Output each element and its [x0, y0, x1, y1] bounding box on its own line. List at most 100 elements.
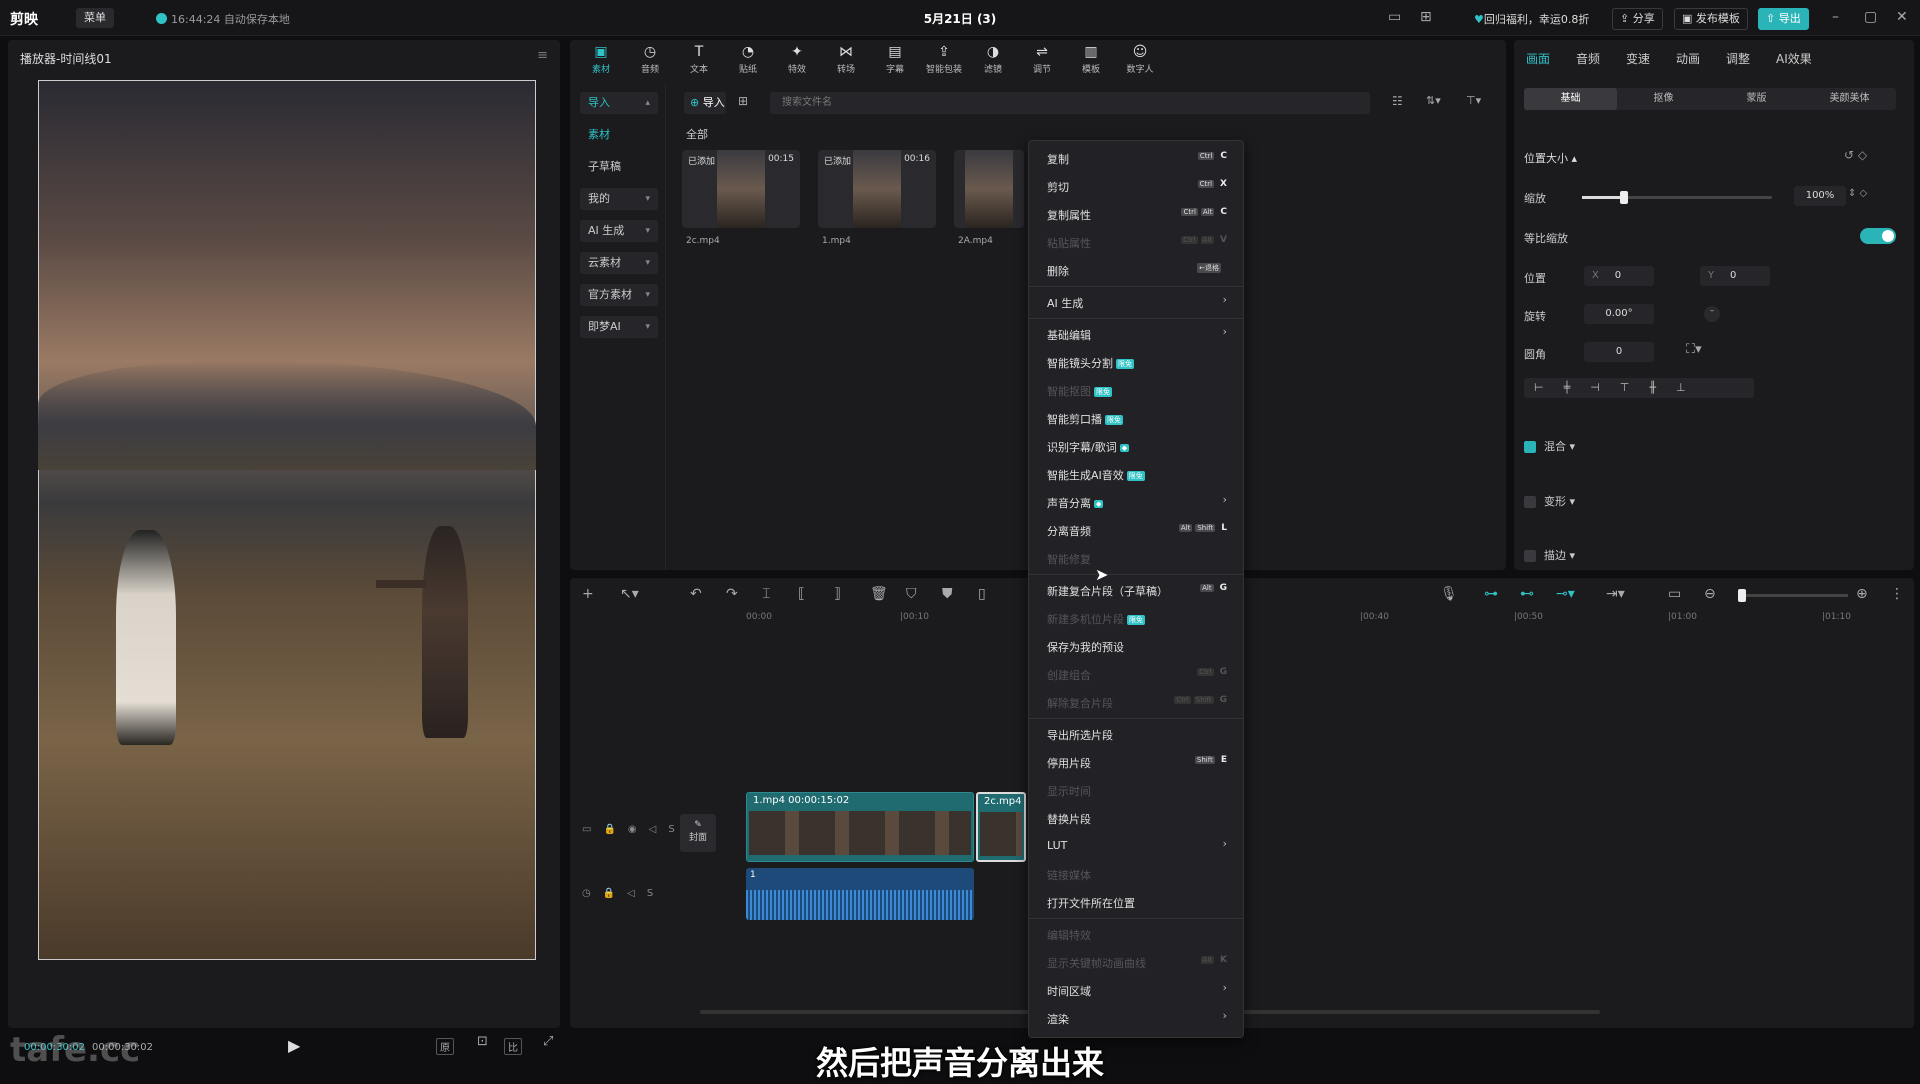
subtitle-track-icon[interactable]: ▭: [1668, 586, 1681, 602]
nav-item-0[interactable]: 导入 ▴: [580, 92, 658, 114]
align-track-icon[interactable]: ⇥▾: [1606, 586, 1625, 602]
scale-slider[interactable]: [1582, 191, 1772, 204]
tool-9[interactable]: ⇌ 调节: [1019, 42, 1065, 75]
video-clip-2[interactable]: 2c.mp4: [976, 792, 1026, 862]
undo-icon[interactable]: ↶: [690, 586, 702, 602]
menu-item-13[interactable]: 分离音频: [1047, 523, 1091, 539]
menu-item-0[interactable]: 复制: [1047, 151, 1069, 167]
stepper-icon[interactable]: ⇕ ◇: [1848, 188, 1867, 199]
close-icon[interactable]: ✕: [1896, 9, 1908, 25]
scale-input[interactable]: 100%: [1794, 186, 1846, 206]
tool-2[interactable]: T 文本: [676, 42, 722, 75]
corner-input[interactable]: 0: [1584, 342, 1654, 362]
select-tool-icon[interactable]: ↖▾: [620, 586, 639, 602]
video-preview[interactable]: [38, 80, 536, 960]
menu-item-20[interactable]: 导出所选片段: [1047, 727, 1113, 743]
maximize-icon[interactable]: ▢: [1864, 9, 1877, 25]
prop-tab-5[interactable]: AI效果: [1776, 50, 1812, 67]
menu-item-15[interactable]: 新建复合片段（子草稿）: [1047, 583, 1168, 599]
audio-track-controls[interactable]: ◷🔒◁S: [582, 888, 665, 899]
prop-tab-0[interactable]: 画面: [1526, 50, 1550, 67]
rotate-dial-icon[interactable]: –: [1704, 306, 1720, 322]
reset-icon[interactable]: ↺ ◇: [1844, 148, 1867, 162]
stroke-checkbox[interactable]: [1524, 550, 1536, 562]
split-right-icon[interactable]: ⟧: [834, 586, 841, 602]
menu-item-2[interactable]: 复制属性: [1047, 207, 1091, 223]
layout-icon[interactable]: ▭: [1388, 9, 1401, 25]
crop-icon[interactable]: ⛶▾: [1686, 342, 1702, 357]
subtab-0[interactable]: 基础: [1524, 88, 1617, 110]
nav-item-2[interactable]: 子草稿: [580, 156, 658, 178]
sort-icon[interactable]: ⇅▾: [1426, 94, 1441, 107]
more-icon[interactable]: ⋮: [1890, 586, 1904, 602]
menu-item-11[interactable]: 智能生成AI音效 限免: [1047, 467, 1145, 483]
promo-text[interactable]: ♥回归福利，幸运0.8折: [1474, 11, 1589, 27]
subtab-2[interactable]: 蒙版: [1710, 88, 1803, 110]
prop-tab-4[interactable]: 调整: [1726, 50, 1750, 67]
tool-7[interactable]: ⇪ 智能包装: [921, 42, 967, 75]
prop-tab-2[interactable]: 变速: [1626, 50, 1650, 67]
menu-item-7[interactable]: 智能镜头分割 限免: [1047, 355, 1134, 371]
menu-item-17[interactable]: 保存为我的预设: [1047, 639, 1124, 655]
tool-8[interactable]: ◑ 滤镜: [970, 42, 1016, 75]
nav-item-7[interactable]: 即梦AI ▾: [580, 316, 658, 338]
tool-5[interactable]: ⋈ 转场: [823, 42, 869, 75]
split-icon[interactable]: ⌶: [762, 586, 770, 602]
menu-item-29[interactable]: 时间区域: [1047, 983, 1091, 999]
audio-clip[interactable]: 1: [746, 868, 974, 920]
position-size-section[interactable]: 位置大小 ▴: [1524, 150, 1577, 166]
view-mode-icon[interactable]: ☷: [1392, 94, 1403, 108]
shield-icon[interactable]: ⛊: [942, 586, 953, 602]
tool-4[interactable]: ✦ 特效: [774, 42, 820, 75]
cover-button[interactable]: ✎ 封面: [680, 814, 716, 852]
nav-item-3[interactable]: 我的 ▾: [580, 188, 658, 210]
menu-item-4[interactable]: 删除: [1047, 263, 1069, 279]
split-left-icon[interactable]: ⟦: [798, 586, 805, 602]
zoom-handle[interactable]: [1738, 589, 1746, 602]
filter-icon[interactable]: ⊤▾: [1466, 94, 1481, 107]
position-x-input[interactable]: X 0: [1584, 266, 1654, 286]
zoom-out-icon[interactable]: ⊖: [1704, 586, 1716, 602]
ratio-toggle[interactable]: [1860, 228, 1896, 244]
preview-axis-icon[interactable]: ⊸▾: [1556, 586, 1575, 602]
add-track-icon[interactable]: +: [582, 586, 594, 602]
redo-icon[interactable]: ↷: [726, 586, 738, 602]
menu-item-6[interactable]: 基础编辑: [1047, 327, 1091, 343]
delete-icon[interactable]: 🗑: [870, 586, 888, 602]
share-button[interactable]: ⇪ 分享: [1612, 8, 1663, 30]
grid-view-icon[interactable]: ⊞: [738, 94, 748, 108]
stroke-label[interactable]: 描边 ▾: [1544, 547, 1575, 563]
tool-10[interactable]: ▥ 模板: [1068, 42, 1114, 75]
nav-item-5[interactable]: 云素材 ▾: [580, 252, 658, 274]
menu-item-1[interactable]: 剪切: [1047, 179, 1069, 195]
nav-item-4[interactable]: AI 生成 ▾: [580, 220, 658, 242]
video-track-controls[interactable]: ▭🔒◉◁S: [582, 824, 687, 835]
tool-0[interactable]: ▣ 素材: [578, 42, 624, 75]
zoom-in-icon[interactable]: ⊕: [1856, 586, 1868, 602]
panel-layout-icon[interactable]: ⊞: [1420, 9, 1432, 25]
menu-item-24[interactable]: LUT: [1047, 839, 1067, 852]
publish-template-button[interactable]: ▣ 发布模板: [1674, 8, 1748, 30]
scale-handle[interactable]: [1619, 191, 1628, 204]
media-thumb-1[interactable]: 已添加 00:16: [818, 150, 936, 228]
rotate-input[interactable]: 0.00°: [1584, 304, 1654, 324]
media-thumb-0[interactable]: 已添加 00:15: [682, 150, 800, 228]
tool-11[interactable]: ☺ 数字人: [1117, 42, 1163, 75]
blend-label[interactable]: 混合 ▾: [1544, 438, 1575, 454]
player-menu-icon[interactable]: ≡: [537, 48, 548, 63]
tool-6[interactable]: ▤ 字幕: [872, 42, 918, 75]
menu-item-26[interactable]: 打开文件所在位置: [1047, 895, 1135, 911]
search-input[interactable]: 搜索文件名: [770, 92, 1370, 114]
menu-item-23[interactable]: 替换片段: [1047, 811, 1091, 827]
menu-item-10[interactable]: 识别字幕/歌词 ◆: [1047, 439, 1130, 455]
menu-item-21[interactable]: 停用片段: [1047, 755, 1091, 771]
menu-item-12[interactable]: 声音分离 ◆: [1047, 495, 1104, 511]
align-icons[interactable]: ⊢╪⊣⊤╫⊥: [1524, 378, 1754, 398]
menu-item-9[interactable]: 智能剪口播 限免: [1047, 411, 1123, 427]
marker-icon[interactable]: ⛉: [906, 586, 917, 602]
transform-checkbox[interactable]: [1524, 496, 1536, 508]
import-button[interactable]: ⊕ 导入: [684, 92, 726, 114]
media-thumb-2[interactable]: [954, 150, 1024, 228]
crop-tool-icon[interactable]: ▯: [978, 586, 986, 602]
prop-tab-1[interactable]: 音频: [1576, 50, 1600, 67]
